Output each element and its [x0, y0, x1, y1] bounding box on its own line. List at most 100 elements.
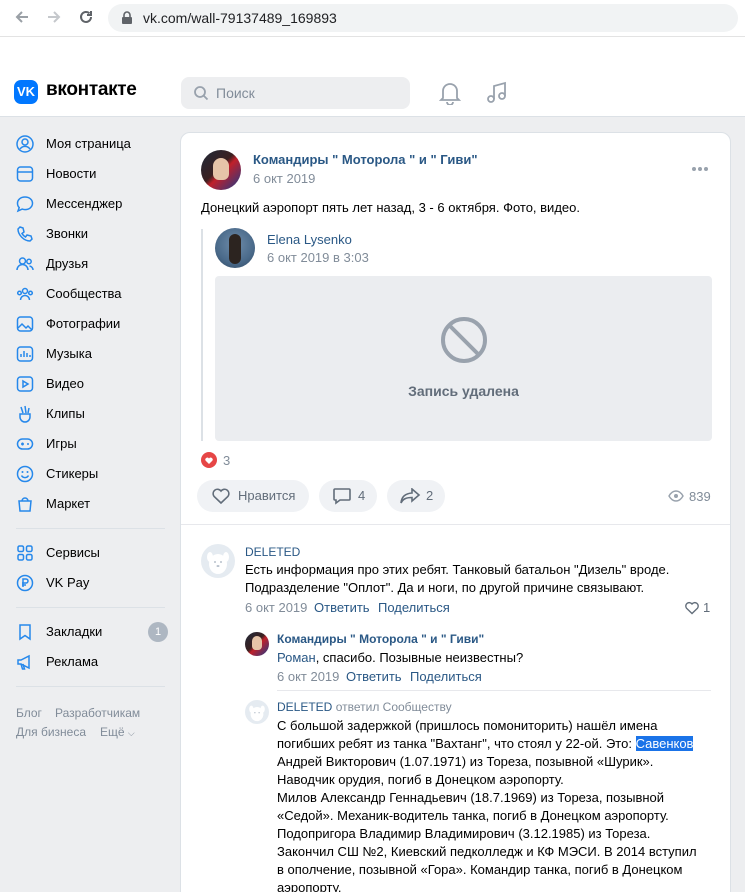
comment-text-line: Есть информация про этих ребят. Танковый…	[245, 562, 670, 577]
reply-author[interactable]: Командиры " Моторола " и " Гиви"	[277, 632, 484, 646]
chevron-down-icon: ⌵	[127, 728, 135, 738]
sidebar-item-friends[interactable]: Друзья	[16, 249, 176, 279]
post-date[interactable]: 6 окт 2019	[253, 171, 315, 186]
eye-icon	[668, 490, 684, 502]
sidebar-item-market[interactable]: Маркет	[16, 489, 176, 519]
like-button[interactable]: Нравится	[197, 480, 309, 512]
reactions-count[interactable]: 3	[223, 453, 230, 468]
post-divider	[181, 524, 730, 525]
group-avatar[interactable]	[201, 150, 241, 190]
clips-icon	[19, 405, 31, 423]
forward-icon[interactable]	[44, 8, 64, 28]
search-input[interactable]: Поиск	[181, 77, 410, 109]
sidebar-item-services[interactable]: Сервисы	[16, 538, 176, 568]
back-icon[interactable]	[12, 8, 32, 28]
repost-author-avatar[interactable]	[215, 228, 255, 268]
sidebar: Моя страница Новости Мессенджер Звонки Д…	[0, 118, 180, 892]
sidebar-item-communities[interactable]: Сообщества	[16, 279, 176, 309]
bookmarks-count-badge: 1	[148, 622, 168, 642]
sidebar-item-label: Фотографии	[46, 316, 121, 331]
sidebar-item-music[interactable]: Музыка	[16, 339, 176, 369]
bell-icon[interactable]	[439, 81, 461, 105]
reply-date[interactable]: 6 окт 2019	[277, 669, 339, 684]
music-note-icon[interactable]	[486, 81, 508, 105]
dog-avatar-icon	[249, 705, 265, 722]
sidebar-item-messenger[interactable]: Мессенджер	[16, 189, 176, 219]
sidebar-divider	[16, 607, 165, 608]
comment-button[interactable]: 4	[319, 480, 377, 512]
reply-text: Роман, спасибо. Позывные неизвестны?	[277, 649, 523, 667]
services-icon	[17, 545, 33, 561]
deleted-post-placeholder: Запись удалена	[215, 276, 712, 441]
bag-icon	[18, 497, 32, 512]
smile-icon	[16, 465, 34, 483]
sidebar-item-label: Видео	[46, 376, 84, 391]
post-text: Донецкий аэропорт пять лет назад, 3 - 6 …	[201, 200, 580, 215]
sidebar-divider	[16, 686, 165, 687]
post-author[interactable]: Командиры " Моторола " и " Гиви"	[253, 152, 478, 167]
footer-link-blog[interactable]: Блог	[16, 706, 42, 720]
sidebar-item-label: Звонки	[46, 226, 88, 241]
sidebar-item-clips[interactable]: Клипы	[16, 399, 176, 429]
sidebar-item-video[interactable]: Видео	[16, 369, 176, 399]
sidebar-item-label: Клипы	[46, 406, 85, 421]
share-link[interactable]: Поделиться	[378, 600, 450, 615]
sidebar-item-games[interactable]: Игры	[16, 429, 176, 459]
footer-link-business[interactable]: Для бизнеса	[16, 725, 86, 739]
news-icon	[16, 166, 34, 182]
share-icon	[400, 488, 421, 504]
reply-text-part: погибших ребят из танка "Вахтанг", что с…	[277, 736, 636, 751]
reply-text-line: «Седой». Механик-водитель танка, погиб в…	[277, 808, 669, 823]
sidebar-divider	[16, 528, 165, 529]
comment-like-icon[interactable]	[684, 601, 700, 615]
repost-author[interactable]: Elena Lysenko	[267, 232, 352, 247]
megaphone-icon	[17, 654, 30, 670]
reply-author[interactable]: DELETED	[277, 700, 332, 714]
repost-line	[201, 229, 203, 441]
reply-text-line: Андрей Викторович (1.07.1971) из Тореза,…	[277, 754, 654, 769]
sidebar-item-photos[interactable]: Фотографии	[16, 309, 176, 339]
sidebar-item-ads[interactable]: Реклама	[16, 647, 176, 677]
share-button[interactable]: 2	[387, 480, 445, 512]
comment-text-line: Подразделение "Оплот". Да и ноги, по дру…	[245, 580, 645, 595]
comments-count: 4	[358, 488, 366, 503]
group-avatar-small[interactable]	[245, 632, 269, 656]
comment-date[interactable]: 6 окт 2019	[245, 600, 307, 615]
reply-text-line: аэропорту.	[277, 880, 342, 892]
sidebar-item-my-page[interactable]: Моя страница	[16, 129, 176, 159]
browser-toolbar: vk.com/wall-79137489_169893	[0, 0, 745, 37]
share-link[interactable]: Поделиться	[410, 669, 482, 684]
deleted-user-avatar-small[interactable]	[245, 700, 269, 724]
sidebar-item-vkpay[interactable]: VK Pay	[16, 568, 176, 598]
footer-link-developers[interactable]: Разработчикам	[55, 706, 140, 720]
dog-avatar-icon	[207, 552, 229, 574]
brand-name[interactable]: вконтакте	[46, 79, 137, 101]
reply-link[interactable]: Ответить	[346, 669, 402, 684]
reply-text-body: , спасибо. Позывные неизвестны?	[315, 650, 524, 665]
sidebar-item-calls[interactable]: Звонки	[16, 219, 176, 249]
blocked-icon	[441, 317, 487, 363]
sidebar-item-news[interactable]: Новости	[16, 159, 176, 189]
footer-link-more[interactable]: Ещё ⌵	[100, 725, 135, 739]
deleted-user-avatar[interactable]	[201, 544, 235, 578]
sidebar-item-label: Стикеры	[46, 466, 99, 481]
reply-link[interactable]: Ответить	[314, 600, 370, 615]
comment-author[interactable]: DELETED	[245, 545, 300, 559]
reload-icon[interactable]	[76, 8, 96, 28]
lock-icon	[122, 11, 132, 24]
footer-more-label: Ещё	[100, 725, 125, 739]
search-icon	[194, 86, 209, 101]
reply-addressee[interactable]: Роман	[277, 650, 316, 665]
address-bar[interactable]: vk.com/wall-79137489_169893	[108, 4, 738, 32]
reply-text-line: Закончил СШ №2, Киевский педколледж и КФ…	[277, 844, 697, 859]
sidebar-item-bookmarks[interactable]: Закладки 1	[16, 617, 176, 647]
photo-icon	[16, 316, 34, 332]
repost-date[interactable]: 6 окт 2019 в 3:03	[267, 250, 369, 265]
url-text: vk.com/wall-79137489_169893	[143, 10, 337, 26]
more-options-icon[interactable]	[691, 166, 709, 172]
sidebar-item-stickers[interactable]: Стикеры	[16, 459, 176, 489]
heart-reaction-icon[interactable]	[201, 452, 217, 468]
views-count: 839	[689, 489, 711, 504]
sidebar-item-label: Друзья	[46, 256, 89, 271]
vk-logo[interactable]: VK	[14, 80, 38, 104]
